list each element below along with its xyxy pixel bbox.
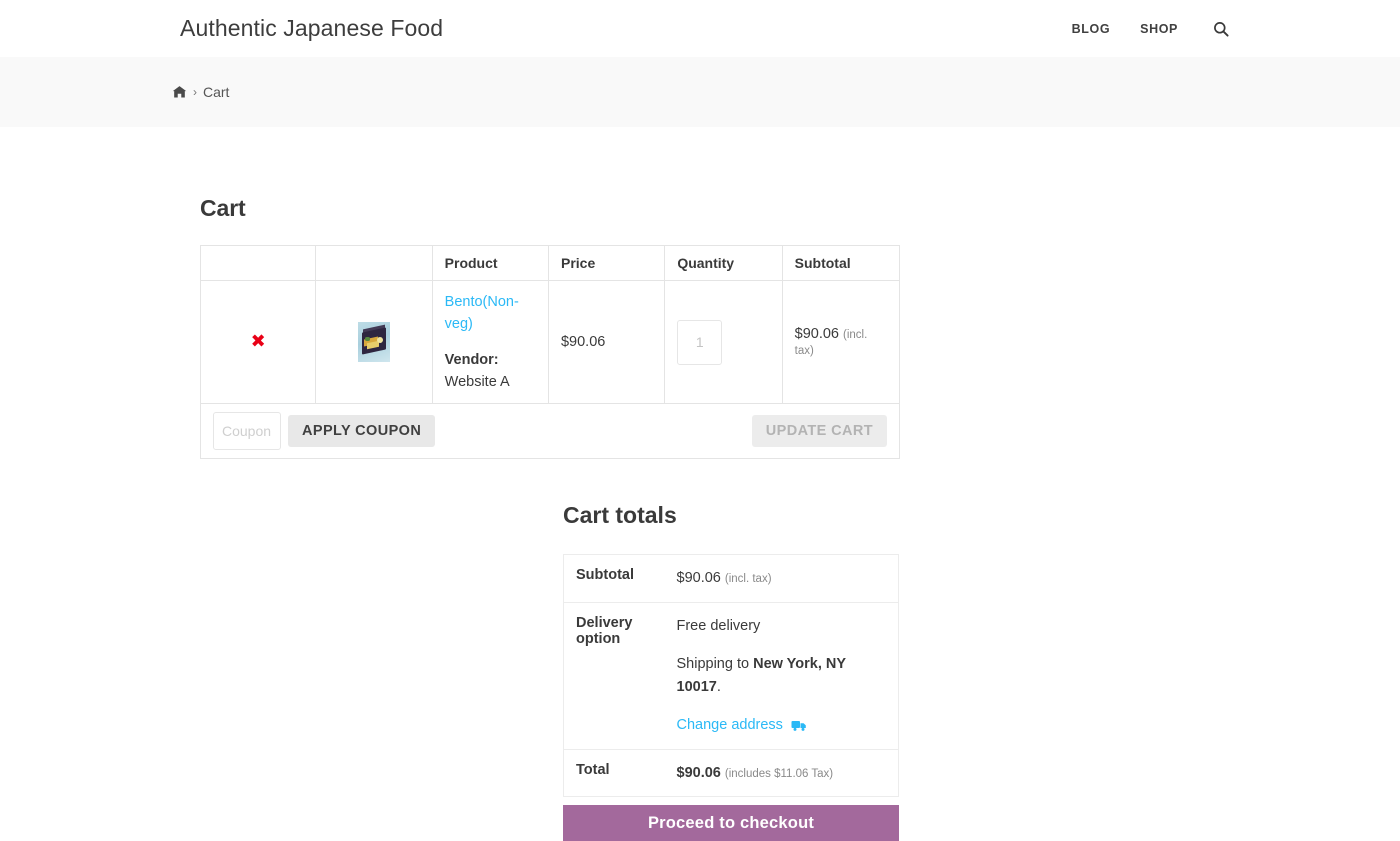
total-label: Total — [576, 761, 610, 778]
cell-subtotal: $90.06 (incl. tax) — [781, 279, 901, 405]
proceed-to-checkout-button[interactable]: Proceed to checkout — [563, 805, 899, 841]
thumbnail-food-shape-4 — [364, 337, 370, 342]
cart-actions: APPLY COUPON UPDATE CART — [213, 412, 887, 451]
cart-table-body: ✖ Bento(Non-veg) Vendor: Website A $90.0… — [199, 279, 901, 460]
col-header-remove — [199, 245, 317, 281]
delivery-option-label: Delivery option — [563, 602, 677, 750]
cart-table-head: Product Price Quantity Subtotal — [199, 245, 901, 281]
subtotal-value: $90.06 — [676, 570, 721, 587]
cell-thumbnail — [315, 279, 433, 405]
cart-section: Cart Product Price Quantity Subtotal ✖ B… — [199, 127, 901, 460]
change-address-label: Change address — [676, 717, 783, 734]
col-header-subtotal: Subtotal — [781, 245, 901, 281]
site-title: Authentic Japanese Food — [180, 15, 444, 41]
home-icon[interactable] — [172, 85, 187, 99]
cell-cart-actions: APPLY COUPON UPDATE CART — [200, 403, 900, 460]
remove-item-icon[interactable]: ✖ — [251, 331, 266, 352]
vendor-name: Website A — [444, 373, 510, 390]
update-cart-button[interactable]: UPDATE CART — [751, 415, 887, 448]
breadcrumb-current: Cart — [203, 84, 230, 100]
cart-actions-row: APPLY COUPON UPDATE CART — [200, 403, 900, 460]
totals-row-delivery: Delivery option Free delivery Shipping t… — [563, 602, 899, 750]
cart-totals-title: Cart totals — [563, 502, 677, 529]
breadcrumb-bar: › Cart — [0, 57, 1400, 127]
nav-item-blog[interactable]: BLOG — [1072, 22, 1111, 36]
col-header-product: Product — [431, 245, 549, 281]
shipping-prefix: Shipping to — [676, 656, 754, 673]
subtotal-amount: $90.06 — [794, 326, 839, 343]
breadcrumb-separator: › — [193, 85, 197, 99]
quantity-input[interactable] — [677, 319, 723, 365]
cart-totals-section: Cart totals Subtotal $90.06 (incl. tax) … — [563, 459, 899, 841]
delivery-option-cell: Free delivery Shipping to New York, NY 1… — [676, 602, 899, 750]
bento-box-thumbnail[interactable] — [357, 322, 390, 363]
cart-table-header-row: Product Price Quantity Subtotal — [199, 245, 901, 281]
page-title: Cart — [200, 195, 246, 221]
totals-row-total: Total $90.06 (includes $11.06 Tax) — [564, 749, 899, 796]
nav-item-shop[interactable]: SHOP — [1140, 22, 1178, 36]
total-value-cell: $90.06 (includes $11.06 Tax) — [677, 749, 899, 796]
col-header-thumbnail — [315, 245, 433, 281]
coupon-code-input[interactable] — [213, 412, 281, 451]
cart-totals-body: Subtotal $90.06 (incl. tax) Delivery opt… — [563, 554, 899, 797]
site-header: Authentic Japanese Food BLOG SHOP — [0, 0, 1400, 57]
subtotal-label: Subtotal — [563, 554, 677, 603]
main-navigation: BLOG SHOP — [1072, 0, 1230, 57]
totals-row-subtotal: Subtotal $90.06 (incl. tax) — [563, 554, 899, 603]
delivery-truck-icon — [791, 719, 807, 732]
cell-product: Bento(Non-veg) Vendor: Website A — [431, 279, 549, 405]
breadcrumb: › Cart — [172, 84, 229, 100]
change-address-link[interactable]: Change address — [677, 714, 807, 736]
subtotal-value-cell: $90.06 (incl. tax) — [676, 554, 899, 603]
table-row: ✖ Bento(Non-veg) Vendor: Website A $90.0… — [199, 279, 901, 405]
apply-coupon-button[interactable]: APPLY COUPON — [288, 415, 436, 448]
cell-remove: ✖ — [199, 279, 317, 405]
search-icon[interactable] — [1212, 20, 1230, 38]
vendor-label: Vendor: — [444, 351, 499, 368]
total-value: $90.06 — [676, 764, 721, 781]
cart-table: Product Price Quantity Subtotal ✖ Bento(… — [199, 245, 901, 460]
main-content: Cart Product Price Quantity Subtotal ✖ B… — [0, 127, 1400, 841]
col-header-quantity: Quantity — [664, 245, 783, 281]
cart-totals-table: Subtotal $90.06 (incl. tax) Delivery opt… — [563, 554, 899, 798]
col-header-price: Price — [547, 245, 666, 281]
delivery-method: Free delivery — [676, 617, 761, 634]
shipping-suffix: . — [716, 678, 721, 695]
cell-price: $90.06 — [547, 279, 666, 405]
shipping-destination: Shipping to New York, NY 10017. — [677, 653, 887, 698]
product-name-link[interactable]: Bento(Non-veg) — [445, 291, 536, 336]
total-tax-note: (includes $11.06 Tax) — [724, 767, 834, 780]
subtotal-tax-note: (incl. tax) — [724, 573, 772, 586]
vendor-info: Vendor: Website A — [445, 350, 536, 394]
cell-quantity — [664, 279, 783, 405]
